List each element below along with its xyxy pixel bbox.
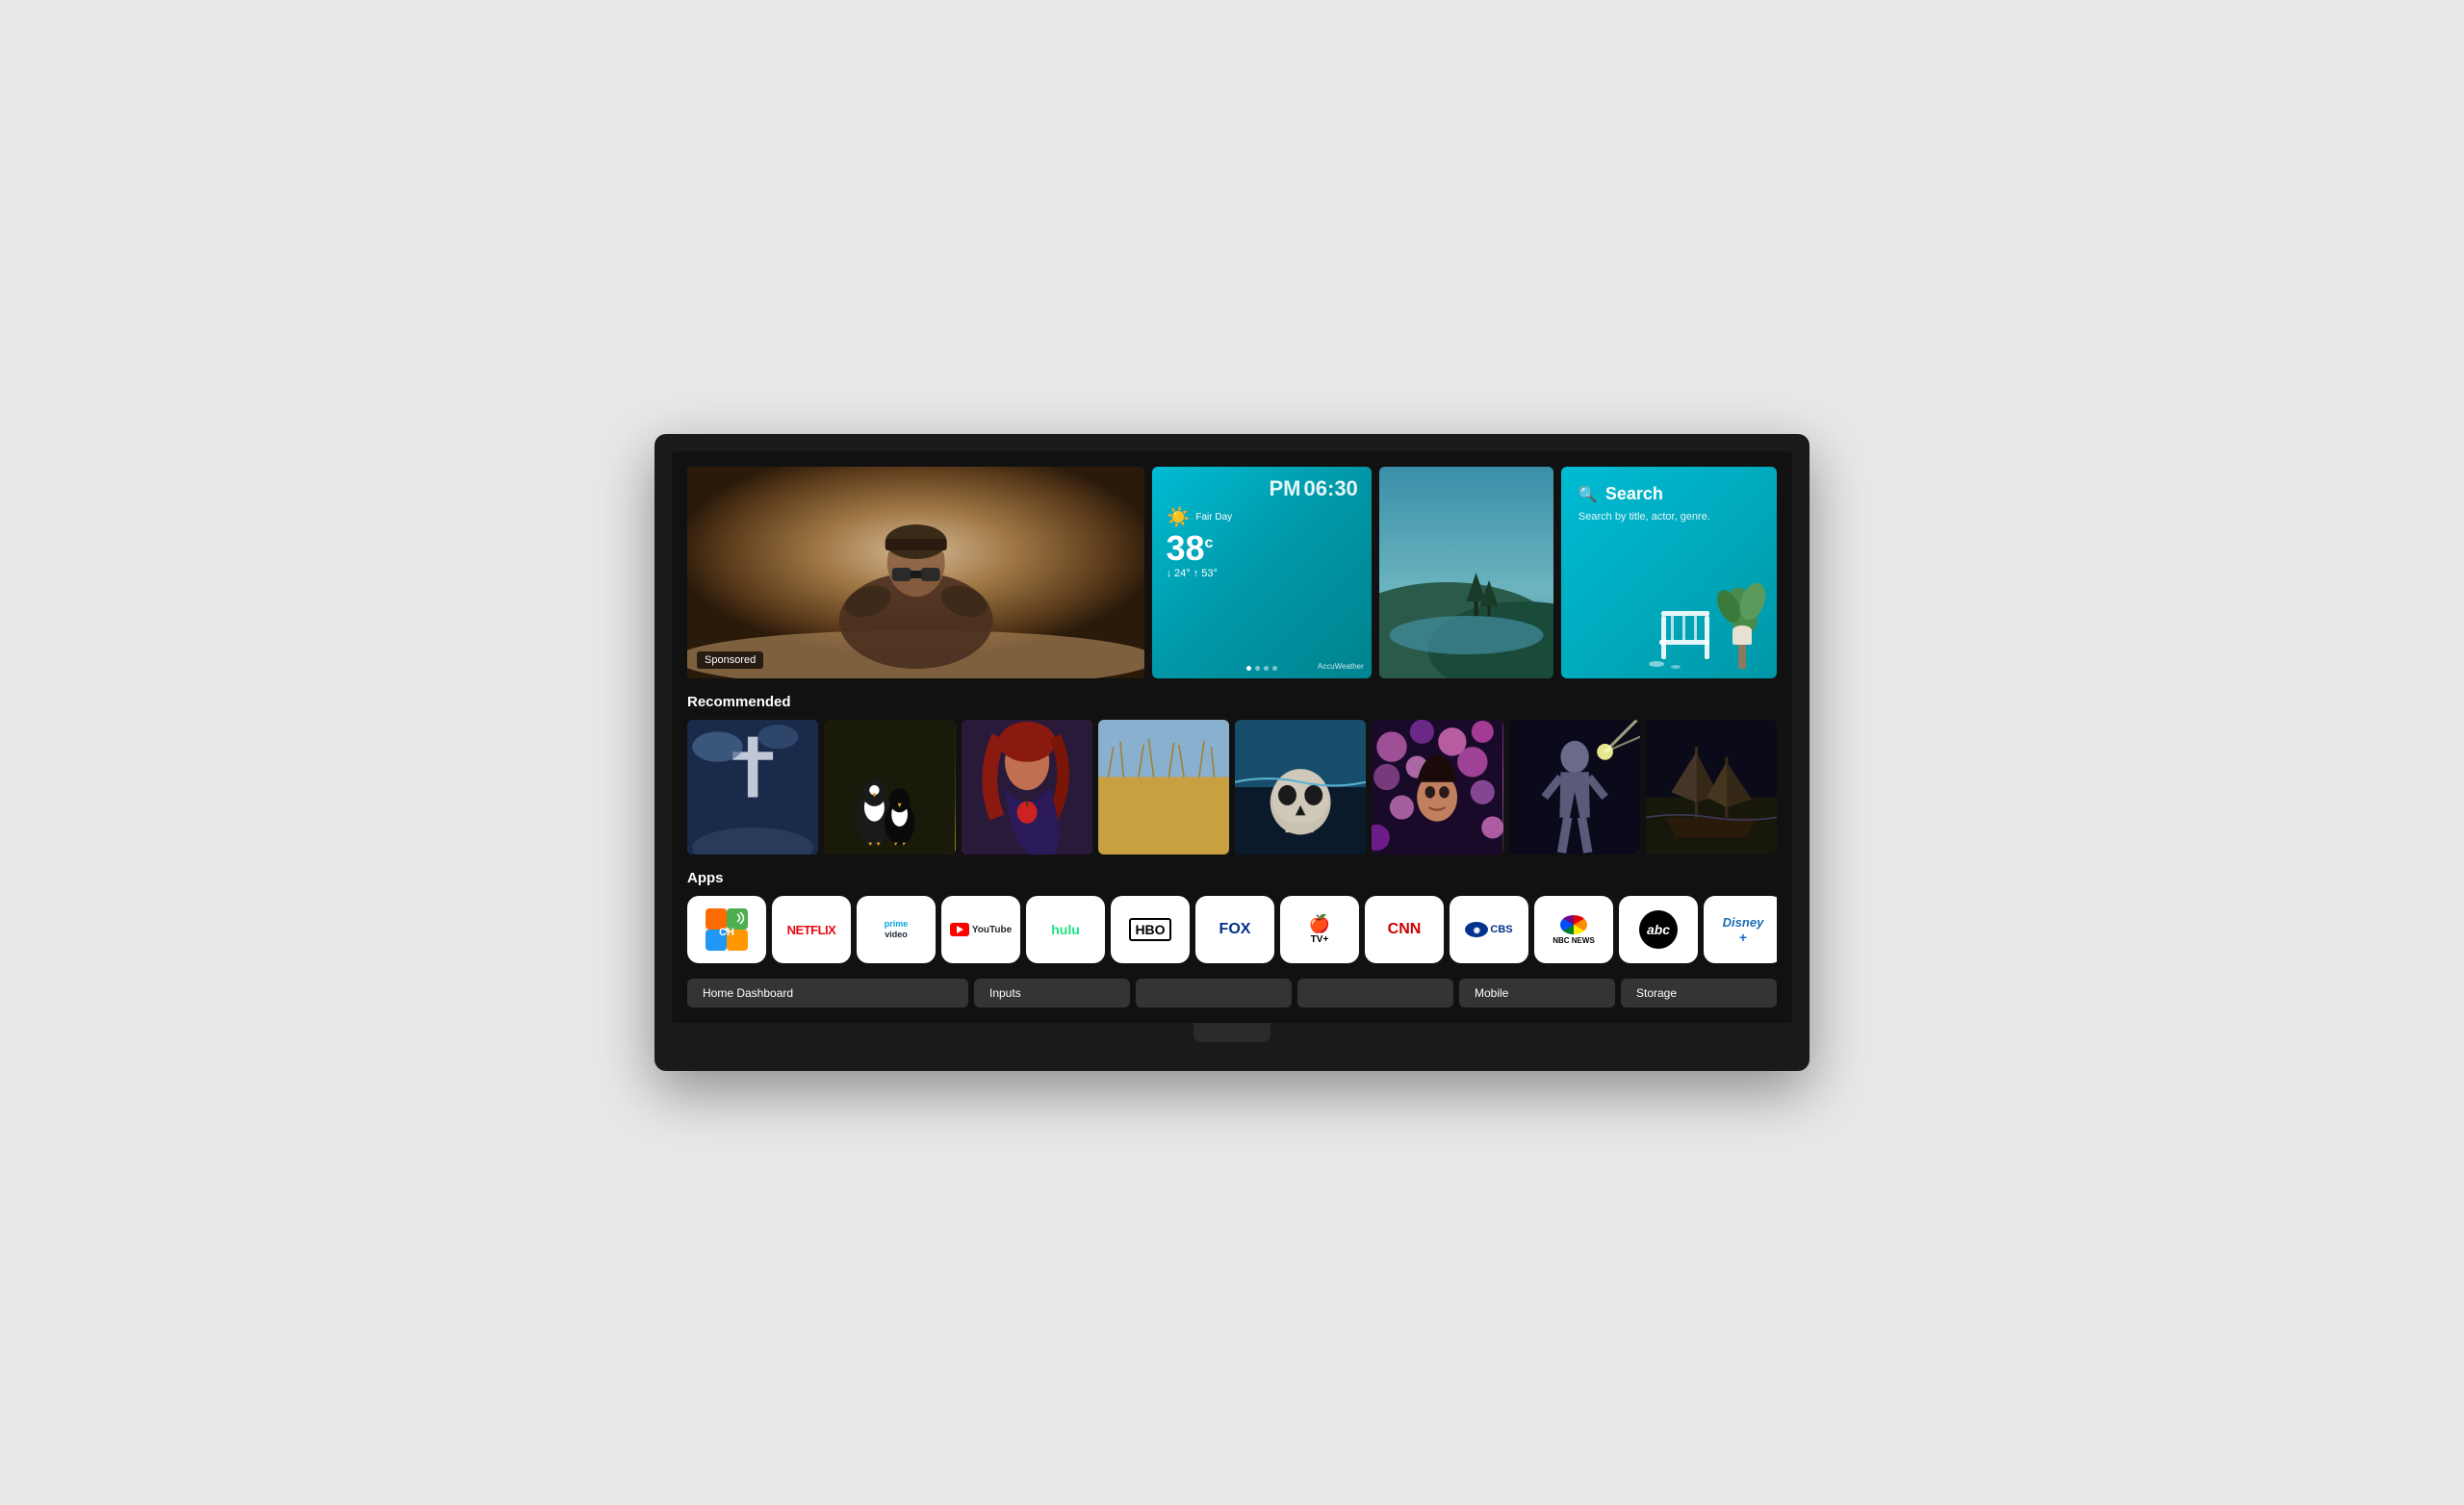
- app-netflix[interactable]: NETFLIX: [772, 896, 851, 963]
- dot-4: [1272, 666, 1277, 671]
- hulu-logo: hulu: [1051, 922, 1080, 937]
- weather-dots: [1246, 666, 1277, 671]
- youtube-play: [957, 926, 963, 933]
- disney-logo: Disney +: [1723, 915, 1764, 945]
- rec-item-7[interactable]: [1509, 720, 1640, 855]
- netflix-logo: NETFLIX: [787, 923, 836, 937]
- search-icon: 🔍: [1578, 485, 1598, 504]
- tab-mobile[interactable]: Mobile: [1459, 979, 1615, 1008]
- app-hulu[interactable]: hulu: [1026, 896, 1105, 963]
- app-cbs[interactable]: ◉ CBS: [1450, 896, 1528, 963]
- bottom-tabs: Home Dashboard Inputs Mobile Storage: [687, 979, 1777, 1008]
- sponsored-badge: Sponsored: [697, 651, 763, 669]
- app-abc[interactable]: abc: [1619, 896, 1698, 963]
- apple-icon: 🍎: [1309, 914, 1330, 934]
- app-nbc[interactable]: NBC NEWS: [1534, 896, 1613, 963]
- app-fox[interactable]: FOX: [1195, 896, 1274, 963]
- youtube-icon: [950, 923, 969, 936]
- app-appletv[interactable]: 🍎 TV+: [1280, 896, 1359, 963]
- search-card[interactable]: 🔍 Search Search by title, actor, genre.: [1561, 467, 1777, 678]
- weather-temperature: 38c: [1166, 531, 1357, 566]
- accuweather-brand: AccuWeather: [1318, 662, 1364, 671]
- dot-2: [1255, 666, 1260, 671]
- nbc-logo: NBC NEWS: [1553, 915, 1595, 945]
- hero-main-banner[interactable]: Sponsored: [687, 467, 1144, 678]
- weather-card[interactable]: PM 06:30 ☀️ Fair Day 38c ↓ 24° ↑ 53°: [1152, 467, 1371, 678]
- recommended-section: Recommended: [687, 694, 1777, 855]
- apps-section: Apps CH: [687, 870, 1777, 963]
- dot-1: [1246, 666, 1251, 671]
- rec-item-1[interactable]: [687, 720, 818, 855]
- tab-3[interactable]: [1136, 979, 1292, 1008]
- sun-icon: ☀️: [1166, 505, 1190, 529]
- tv-frame: Sponsored PM 06:30 ☀️ Fair Day 38c: [654, 434, 1810, 1071]
- cbs-eye-icon: ◉: [1465, 922, 1488, 937]
- search-decor: [1623, 553, 1777, 678]
- youtube-text: YouTube: [972, 925, 1012, 935]
- rec-item-8[interactable]: [1646, 720, 1777, 855]
- abc-logo: abc: [1639, 910, 1678, 949]
- hbo-logo: HBO: [1129, 918, 1170, 941]
- landscape-card[interactable]: [1379, 467, 1553, 678]
- disney-plus-icon: +: [1723, 930, 1764, 945]
- prime-logo: prime video: [885, 919, 909, 940]
- app-disney[interactable]: Disney +: [1704, 896, 1777, 963]
- app-youtube[interactable]: YouTube: [941, 896, 1020, 963]
- weather-icon-row: ☀️ Fair Day: [1166, 505, 1357, 529]
- search-header: 🔍 Search: [1578, 484, 1759, 504]
- apps-grid: CH NETFLIX prime video: [687, 896, 1777, 963]
- rec-item-6[interactable]: [1372, 720, 1502, 855]
- recommended-grid: [687, 720, 1777, 855]
- search-title: Search: [1605, 484, 1663, 504]
- hero-figure: [687, 467, 1144, 678]
- weather-time: PM 06:30: [1166, 476, 1357, 501]
- dot-3: [1264, 666, 1269, 671]
- nbc-text: NBC NEWS: [1553, 936, 1595, 945]
- nbc-peacock-icon: [1560, 915, 1587, 934]
- tab-home-dashboard[interactable]: Home Dashboard: [687, 979, 968, 1008]
- cnn-logo: CNN: [1388, 921, 1422, 938]
- weather-condition: Fair Day: [1195, 512, 1232, 523]
- cbs-logo: ◉ CBS: [1465, 922, 1512, 937]
- app-ch[interactable]: CH: [687, 896, 766, 963]
- svg-text:CH: CH: [719, 927, 734, 938]
- tab-4[interactable]: [1297, 979, 1453, 1008]
- tv-screen: Sponsored PM 06:30 ☀️ Fair Day 38c: [672, 451, 1792, 1023]
- app-cnn[interactable]: CNN: [1365, 896, 1444, 963]
- apps-title: Apps: [687, 870, 1777, 886]
- rec-item-2[interactable]: [824, 720, 955, 855]
- weather-time-period: PM: [1269, 476, 1300, 500]
- disney-text: Disney: [1723, 915, 1764, 930]
- tab-inputs[interactable]: Inputs: [974, 979, 1130, 1008]
- rec-item-5[interactable]: [1235, 720, 1366, 855]
- recommended-title: Recommended: [687, 694, 1777, 710]
- tv-stand: [1194, 1023, 1270, 1042]
- hero-bg: [687, 467, 1144, 678]
- app-hbo[interactable]: HBO: [1111, 896, 1190, 963]
- search-subtitle: Search by title, actor, genre.: [1578, 510, 1759, 524]
- appletv-text: TV+: [1309, 934, 1330, 945]
- appletv-logo: 🍎 TV+: [1309, 914, 1330, 945]
- weather-range: ↓ 24° ↑ 53°: [1166, 568, 1357, 579]
- fox-logo: FOX: [1219, 921, 1251, 938]
- youtube-logo: YouTube: [950, 923, 1012, 936]
- weather-clock: 06:30: [1304, 476, 1358, 500]
- rec-item-3[interactable]: [962, 720, 1092, 855]
- cbs-text: CBS: [1490, 924, 1512, 935]
- app-prime[interactable]: prime video: [857, 896, 936, 963]
- tab-storage[interactable]: Storage: [1621, 979, 1777, 1008]
- rec-item-4[interactable]: [1098, 720, 1229, 855]
- hero-middle: PM 06:30 ☀️ Fair Day 38c ↓ 24° ↑ 53°: [1152, 467, 1371, 678]
- ch-logo: CH: [706, 908, 748, 951]
- hero-section: Sponsored PM 06:30 ☀️ Fair Day 38c: [687, 467, 1777, 678]
